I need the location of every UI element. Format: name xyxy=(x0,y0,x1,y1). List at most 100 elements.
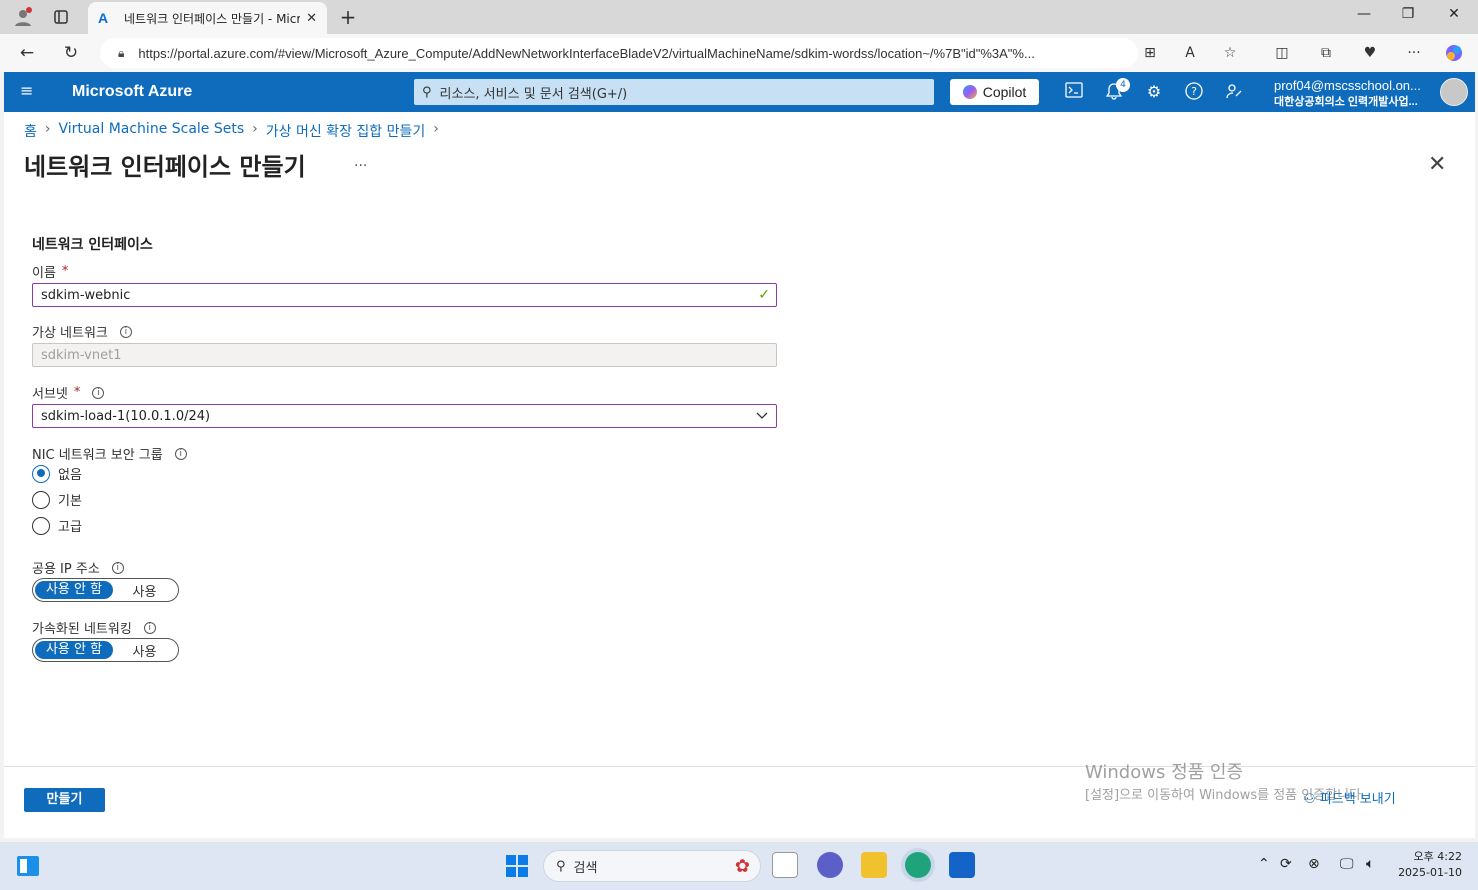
more-menu-icon[interactable]: ··· xyxy=(1404,44,1424,62)
store-icon[interactable] xyxy=(949,852,975,878)
copilot-button[interactable]: Copilot xyxy=(950,79,1039,105)
public-ip-toggle[interactable]: 사용 안 함 사용 xyxy=(32,578,179,602)
accel-net-label-text: 가속화된 네트워킹 xyxy=(32,622,132,637)
restore-icon[interactable]: ❐ xyxy=(1396,6,1420,28)
required-mark: * xyxy=(73,385,81,400)
taskbar-search[interactable]: ⚲ 검색 ✿ xyxy=(543,850,761,882)
svg-text:?: ? xyxy=(1191,85,1197,98)
active-tab[interactable]: A 네트워크 인터페이스 만들기 - Microsoft Azure ✕ xyxy=(88,2,327,34)
tab-actions-icon[interactable] xyxy=(50,7,72,27)
radio-selected-icon[interactable] xyxy=(32,464,50,483)
breadcrumb-create-vmss[interactable]: 가상 머신 확장 집합 만들기 xyxy=(266,121,425,141)
send-feedback-link[interactable]: ⚇ 피드백 보내기 xyxy=(1304,788,1396,807)
more-options-icon[interactable]: ... xyxy=(354,154,367,170)
favorite-star-icon[interactable]: ☆ xyxy=(1220,44,1240,62)
chevron-right-icon: › xyxy=(44,121,51,137)
refresh-icon[interactable]: ↻ xyxy=(60,42,82,64)
read-aloud-icon[interactable]: A xyxy=(1180,44,1200,62)
tab-title: 네트워크 인터페이스 만들기 - Microsoft Azure xyxy=(124,11,300,26)
global-search-input[interactable]: ⚲ 리소스, 서비스 및 문서 검색(G+/) xyxy=(414,79,934,105)
cloud-shell-icon[interactable] xyxy=(1064,82,1084,102)
close-tab-icon[interactable]: ✕ xyxy=(306,11,317,26)
poinsettia-icon: ✿ xyxy=(734,855,750,877)
subnet-dropdown[interactable]: sdkim-load-1(10.0.1.0/24) xyxy=(32,404,777,428)
breadcrumb-vmss[interactable]: Virtual Machine Scale Sets xyxy=(59,121,245,141)
sync-icon[interactable]: ⟳ xyxy=(1280,856,1292,872)
close-blade-icon[interactable]: ✕ xyxy=(1428,152,1446,177)
breadcrumb-home[interactable]: 홈 xyxy=(24,121,37,141)
accel-net-toggle[interactable]: 사용 안 함 사용 xyxy=(32,638,179,662)
hamburger-menu-icon[interactable]: ≡ xyxy=(20,83,36,100)
extensions-icon[interactable]: ♥ xyxy=(1360,44,1380,62)
toggle-on-option[interactable]: 사용 xyxy=(113,641,176,660)
toggle-off-option[interactable]: 사용 안 함 xyxy=(35,581,113,599)
feedback-label: 피드백 보내기 xyxy=(1319,792,1396,807)
chevron-down-icon xyxy=(756,409,768,423)
profile-icon[interactable] xyxy=(12,7,34,27)
settings-gear-icon[interactable]: ⚙ xyxy=(1144,82,1164,102)
help-icon[interactable]: ? xyxy=(1184,82,1204,102)
public-ip-label: 공용 IP 주소 i xyxy=(32,558,124,577)
create-button[interactable]: 만들기 xyxy=(24,788,105,812)
url-text: https://portal.azure.com/#view/Microsoft… xyxy=(138,45,1035,61)
copilot-logo-icon xyxy=(962,85,977,99)
back-icon[interactable]: ← xyxy=(16,42,38,64)
teams-chat-icon[interactable] xyxy=(817,852,843,878)
name-input[interactable]: sdkim-webnic ✓ xyxy=(32,283,777,307)
copilot-sidebar-icon[interactable] xyxy=(1444,44,1464,62)
info-icon[interactable]: i xyxy=(119,325,132,338)
toggle-off-option[interactable]: 사용 안 함 xyxy=(35,641,113,659)
taskbar-search-label: 검색 xyxy=(573,860,598,876)
collections-icon[interactable]: ⧉ xyxy=(1316,44,1336,62)
tray-app-icon[interactable]: ⊗ xyxy=(1308,856,1320,872)
info-icon[interactable]: i xyxy=(92,386,105,399)
brand-logo[interactable]: Microsoft Azure xyxy=(72,83,192,101)
blade-content: 홈 › Virtual Machine Scale Sets › 가상 머신 확… xyxy=(4,112,1475,838)
accel-net-label: 가속화된 네트워킹 i xyxy=(32,618,156,637)
minimize-icon[interactable]: — xyxy=(1352,6,1376,28)
edge-browser-icon[interactable] xyxy=(905,852,931,878)
feedback-icon[interactable] xyxy=(1224,82,1244,102)
azure-favicon-icon: A xyxy=(98,10,109,26)
close-window-icon[interactable]: ✕ xyxy=(1442,6,1466,28)
nsg-option-none[interactable]: 없음 xyxy=(32,464,82,483)
subnet-label-text: 서브넷 xyxy=(32,387,68,402)
apps-icon[interactable]: ⊞ xyxy=(1140,44,1160,62)
split-screen-icon[interactable]: ◫ xyxy=(1272,44,1292,62)
name-label-text: 이름 xyxy=(32,266,56,281)
task-view-icon[interactable] xyxy=(772,852,798,878)
footer-divider xyxy=(4,766,1475,767)
toggle-on-option[interactable]: 사용 xyxy=(113,581,176,600)
nsg-label: NIC 네트워크 보안 그룹 i xyxy=(32,444,187,463)
info-icon[interactable]: i xyxy=(111,561,124,574)
info-icon[interactable]: i xyxy=(174,447,187,460)
radio-icon[interactable] xyxy=(32,516,50,535)
notification-badge: 4 xyxy=(1116,78,1130,92)
vnet-input: sdkim-vnet1 xyxy=(32,343,777,367)
url-field[interactable]: 🔒︎ https://portal.azure.com/#view/Micros… xyxy=(100,38,1138,68)
account-org: 대한상공회의소 인력개발사업... xyxy=(1274,96,1418,108)
nsg-option-basic[interactable]: 기본 xyxy=(32,490,82,509)
account-menu[interactable]: prof04@mscsschool.on... 대한상공회의소 인력개발사업..… xyxy=(1274,78,1439,109)
search-placeholder: 리소스, 서비스 및 문서 검색(G+/) xyxy=(439,86,628,102)
widgets-icon[interactable] xyxy=(16,854,40,878)
tray-chevron-up-icon[interactable]: ⌃ xyxy=(1258,856,1270,872)
valid-check-icon: ✓ xyxy=(758,287,770,303)
nsg-option-label: 기본 xyxy=(58,494,82,509)
new-tab-icon[interactable]: + xyxy=(337,5,359,29)
volume-icon[interactable]: 🔈︎ xyxy=(1366,856,1374,872)
start-windows-icon[interactable] xyxy=(505,854,529,878)
avatar[interactable] xyxy=(1440,78,1468,106)
file-explorer-icon[interactable] xyxy=(861,852,887,878)
info-icon[interactable]: i xyxy=(143,621,156,634)
address-bar: ← ↻ 🔒︎ https://portal.azure.com/#view/Mi… xyxy=(0,34,1478,72)
system-clock[interactable]: 오후 4:22 2025-01-10 xyxy=(1392,849,1462,881)
network-icon[interactable]: 🖵︎ xyxy=(1340,856,1354,872)
subnet-label: 서브넷 * i xyxy=(32,383,105,402)
radio-icon[interactable] xyxy=(32,490,50,509)
lock-icon: 🔒︎ xyxy=(118,45,125,60)
chevron-right-icon: › xyxy=(252,121,258,137)
nsg-option-advanced[interactable]: 고급 xyxy=(32,516,82,535)
feedback-person-icon: ⚇ xyxy=(1304,792,1320,807)
nsg-option-label: 고급 xyxy=(58,520,82,535)
